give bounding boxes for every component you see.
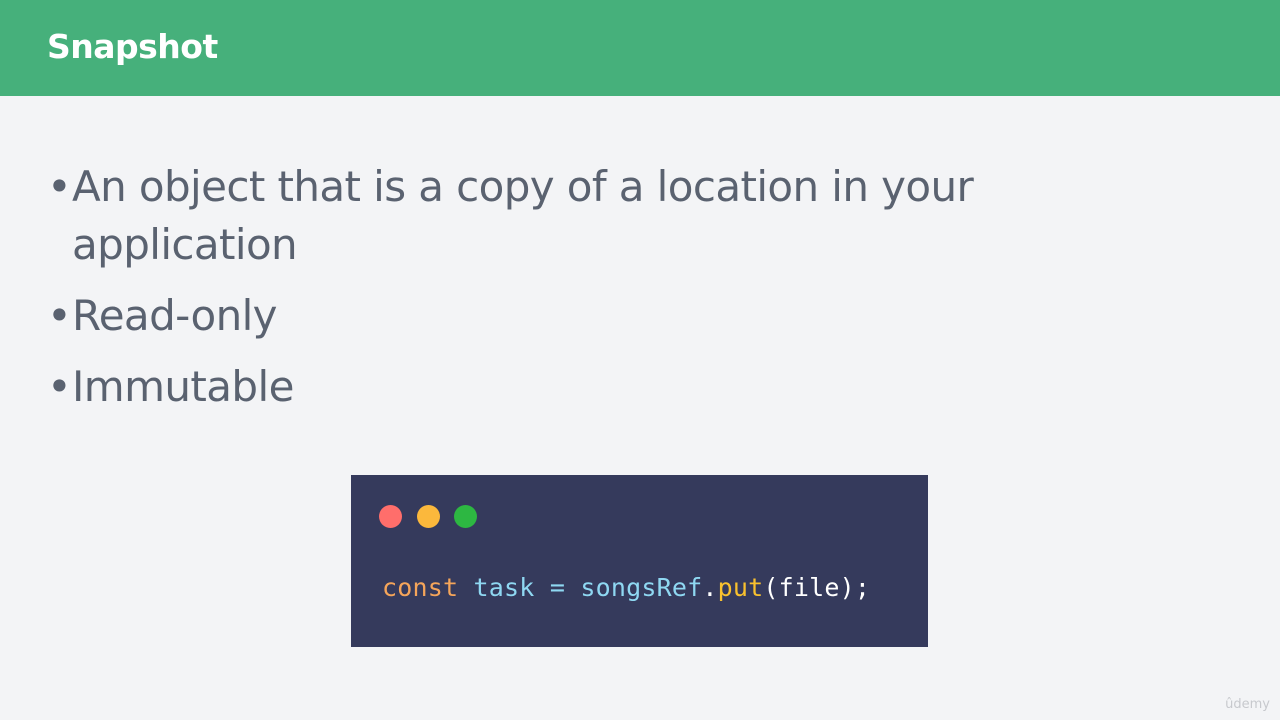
slide-header: Snapshot xyxy=(0,0,1280,96)
close-dot-icon xyxy=(379,505,402,528)
bullet-text: Immutable xyxy=(72,362,294,411)
slide-title: Snapshot xyxy=(47,27,218,66)
bullet-item: • An object that is a copy of a location… xyxy=(47,158,1047,274)
minimize-dot-icon xyxy=(417,505,440,528)
bullet-text: Read-only xyxy=(72,291,278,340)
code-dot: . xyxy=(702,573,718,602)
bullet-dot-icon: • xyxy=(47,291,72,340)
code-args: (file); xyxy=(763,573,871,602)
bullet-item: • Read-only xyxy=(47,287,1047,345)
bullet-item: • Immutable xyxy=(47,358,1047,416)
code-line: const task = songsRef.put(file); xyxy=(382,572,870,604)
bullet-dot-icon: • xyxy=(47,362,72,411)
code-object: songsRef xyxy=(580,573,703,602)
code-variable: task xyxy=(473,573,535,602)
code-window xyxy=(351,475,928,647)
code-method: put xyxy=(717,573,764,602)
bullet-list: • An object that is a copy of a location… xyxy=(47,158,1047,429)
code-operator: = xyxy=(549,573,566,602)
watermark: ûdemy xyxy=(1225,697,1270,712)
bullet-dot-icon: • xyxy=(47,162,72,211)
code-keyword: const xyxy=(382,573,459,602)
maximize-dot-icon xyxy=(454,505,477,528)
bullet-text: An object that is a copy of a location i… xyxy=(72,162,974,269)
